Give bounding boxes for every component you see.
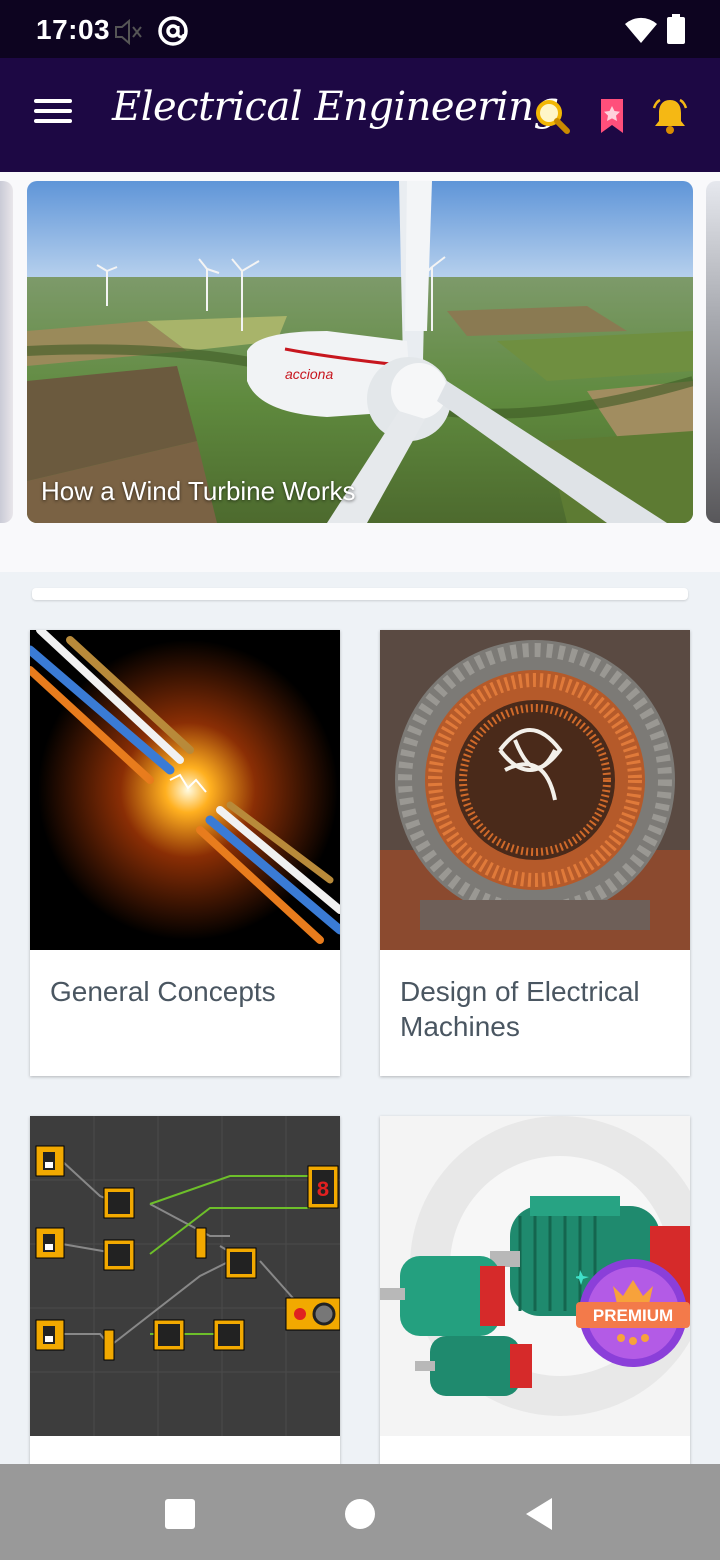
wind-turbine-image: acciona [27,181,693,523]
svg-text:acciona: acciona [285,366,333,382]
stator-image [380,630,690,950]
search-icon[interactable] [532,96,572,136]
volume-off-icon [115,18,142,46]
bookmark-icon[interactable] [592,96,632,136]
category-card-design-of-electrical-machines[interactable]: Design of Electrical Machines [380,630,690,1076]
next-slide-peek[interactable] [706,181,720,523]
search-strip[interactable] [32,588,688,600]
bell-icon[interactable] [650,96,690,136]
category-card-logic-circuits[interactable]: 8 [30,1116,340,1476]
system-nav-bar [0,1464,720,1560]
premium-badge: PREMIUM [576,1259,690,1367]
category-label: General Concepts [50,976,276,1007]
recents-square-icon[interactable] [160,1494,200,1534]
category-label: Design of Electrical Machines [400,976,640,1042]
battery-icon [667,14,685,44]
menu-icon [34,99,72,103]
at-icon [158,16,188,46]
wires-spark-image [30,630,340,950]
category-card-motors[interactable]: PREMIUM [380,1116,690,1476]
back-triangle-icon[interactable] [520,1494,560,1534]
status-bar: 17:03 [0,0,720,58]
previous-slide-peek[interactable] [0,181,13,523]
wifi-icon [625,17,657,43]
menu-button[interactable] [30,94,82,138]
featured-carousel[interactable]: acciona How a Wind Turbine Works [0,172,720,572]
logic-circuit-image: 8 [30,1116,340,1436]
featured-slide[interactable]: acciona How a Wind Turbine Works [27,181,693,523]
category-card-general-concepts[interactable]: General Concepts [30,630,340,1076]
app-title: Electrical Engineering [112,84,559,130]
premium-label: PREMIUM [593,1306,673,1325]
slide-caption: How a Wind Turbine Works [41,476,356,506]
status-time: 17:03 [36,14,111,45]
svg-text:8: 8 [316,1178,329,1203]
home-circle-icon[interactable] [340,1494,380,1534]
app-bar: Electrical Engineering [0,58,720,172]
